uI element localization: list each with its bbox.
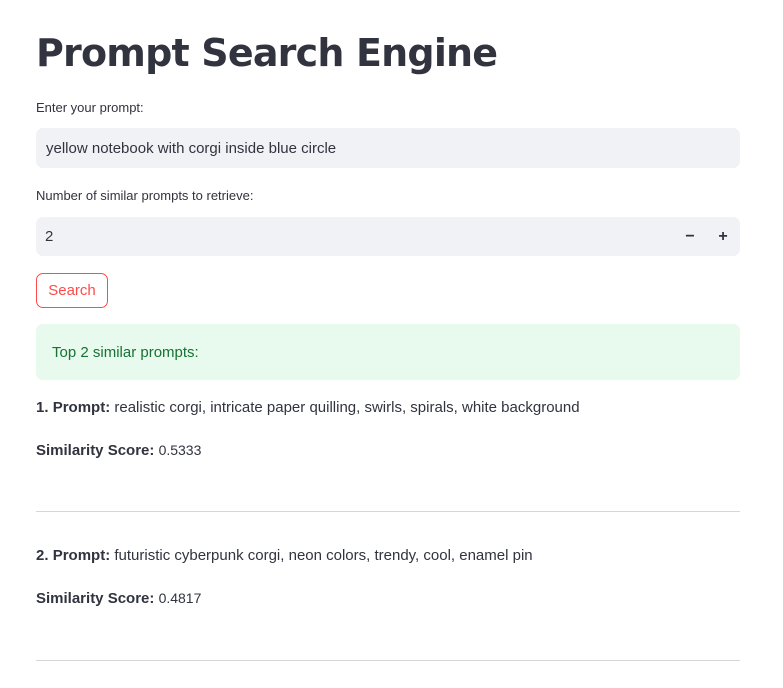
result-score-2: Similarity Score: 0.4817 <box>36 588 201 609</box>
results-header-text: Top 2 similar prompts: <box>52 343 199 361</box>
result-prompt-label-1: Prompt: <box>52 399 111 416</box>
result-prompt-text-1: realistic corgi, intricate paper quillin… <box>114 399 580 416</box>
prompt-input[interactable] <box>36 128 740 168</box>
plus-icon: + <box>718 227 728 245</box>
increment-button[interactable]: + <box>707 217 739 256</box>
prompt-input-label: Enter your prompt: <box>36 100 144 115</box>
result-score-label-1: Similarity Score: <box>36 442 155 459</box>
result-prompt-2: 2. Prompt: futuristic cyberpunk corgi, n… <box>36 546 533 566</box>
search-button[interactable]: Search <box>36 273 108 308</box>
count-number-input: − + <box>36 217 740 256</box>
result-divider-2 <box>36 660 740 661</box>
count-input-field[interactable] <box>36 217 666 256</box>
decrement-button[interactable]: − <box>674 217 706 256</box>
result-prompt-1: 1. Prompt: realistic corgi, intricate pa… <box>36 398 580 418</box>
result-divider-1 <box>36 511 740 512</box>
count-input-label: Number of similar prompts to retrieve: <box>36 188 254 203</box>
result-index-2: 2. <box>36 547 49 564</box>
results-header-alert: Top 2 similar prompts: <box>36 324 740 380</box>
result-score-1: Similarity Score: 0.5333 <box>36 440 201 461</box>
result-prompt-label-2: Prompt: <box>52 547 111 564</box>
result-score-value-1: 0.5333 <box>158 442 202 458</box>
result-score-label-2: Similarity Score: <box>36 590 155 607</box>
result-index-1: 1. <box>36 399 49 416</box>
minus-icon: − <box>685 227 695 245</box>
page-title: Prompt Search Engine <box>36 31 498 75</box>
result-prompt-text-2: futuristic cyberpunk corgi, neon colors,… <box>114 547 533 564</box>
result-score-value-2: 0.4817 <box>158 590 202 606</box>
